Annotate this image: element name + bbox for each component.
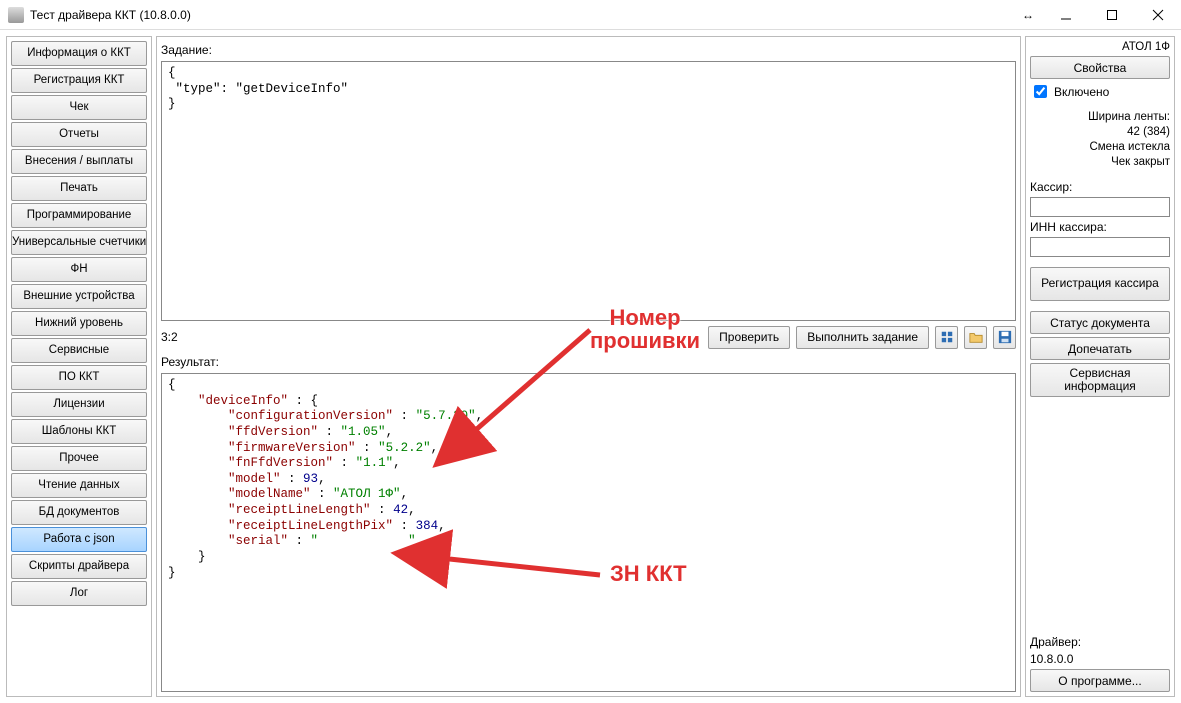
properties-button[interactable]: Свойства [1030,56,1170,79]
about-button[interactable]: О программе... [1030,669,1170,692]
enabled-checkbox[interactable] [1034,85,1047,98]
nav-item[interactable]: Нижний уровень [11,311,147,336]
minimize-button[interactable] [1043,0,1089,30]
result-label: Результат: [161,353,1016,371]
tape-width-value: 42 (384) [1030,126,1170,138]
nav-item[interactable]: Печать [11,176,147,201]
center-panel: Задание: { "type": "getDeviceInfo" } 3:2… [156,36,1021,697]
nav-item[interactable]: Универсальные счетчики [11,230,147,255]
nav-item[interactable]: Работа с json [11,527,147,552]
receipt-status: Чек закрыт [1030,156,1170,168]
window-title: Тест драйвера ККТ (10.8.0.0) [30,8,191,22]
driver-version: 10.8.0.0 [1030,652,1170,666]
nav-item[interactable]: Шаблоны ККТ [11,419,147,444]
check-button[interactable]: Проверить [708,326,790,349]
service-info-button[interactable]: Сервисная информация [1030,363,1170,397]
run-task-button[interactable]: Выполнить задание [796,326,929,349]
settings-icon-button[interactable] [935,326,958,349]
cashier-label: Кассир: [1030,180,1170,194]
result-output[interactable]: { "deviceInfo" : { "configurationVersion… [161,373,1016,692]
cashier-inn-input[interactable] [1030,237,1170,257]
enabled-checkbox-row[interactable]: Включено [1030,82,1170,101]
enabled-label: Включено [1054,85,1109,99]
nav-item[interactable]: БД документов [11,500,147,525]
save-icon-button[interactable] [993,326,1016,349]
cashier-input[interactable] [1030,197,1170,217]
register-cashier-button[interactable]: Регистрация кассира [1030,267,1170,301]
nav-item[interactable]: Прочее [11,446,147,471]
reprint-button[interactable]: Допечатать [1030,337,1170,360]
open-folder-icon-button[interactable] [964,326,987,349]
nav-item[interactable]: Лицензии [11,392,147,417]
device-model: АТОЛ 1Ф [1030,41,1170,53]
driver-label: Драйвер: [1030,635,1170,649]
nav-item[interactable]: Чек [11,95,147,120]
task-input[interactable]: { "type": "getDeviceInfo" } [161,61,1016,321]
nav-item[interactable]: Сервисные [11,338,147,363]
doc-status-button[interactable]: Статус документа [1030,311,1170,334]
cashier-inn-label: ИНН кассира: [1030,220,1170,234]
left-nav: Информация о ККТРегистрация ККТЧекОтчеты… [6,36,152,697]
nav-item[interactable]: Лог [11,581,147,606]
nav-item[interactable]: Скрипты драйвера [11,554,147,579]
shift-status: Смена истекла [1030,141,1170,153]
nav-item[interactable]: Информация о ККТ [11,41,147,66]
nav-item[interactable]: Отчеты [11,122,147,147]
nav-item[interactable]: Внесения / выплаты [11,149,147,174]
titlebar: Тест драйвера ККТ (10.8.0.0) ↔ [0,0,1181,30]
nav-item[interactable]: Внешние устройства [11,284,147,309]
right-panel: АТОЛ 1Ф Свойства Включено Ширина ленты: … [1025,36,1175,697]
close-button[interactable] [1135,0,1181,30]
tape-width-label: Ширина ленты: [1030,111,1170,123]
maximize-button[interactable] [1089,0,1135,30]
nav-item[interactable]: Регистрация ККТ [11,68,147,93]
task-label: Задание: [161,41,1016,59]
nav-item[interactable]: Чтение данных [11,473,147,498]
nav-item[interactable]: Программирование [11,203,147,228]
app-icon [8,7,24,23]
nav-item[interactable]: ФН [11,257,147,282]
resize-horiz-icon: ↔ [1013,8,1043,22]
cursor-position: 3:2 [161,330,182,344]
nav-item[interactable]: ПО ККТ [11,365,147,390]
